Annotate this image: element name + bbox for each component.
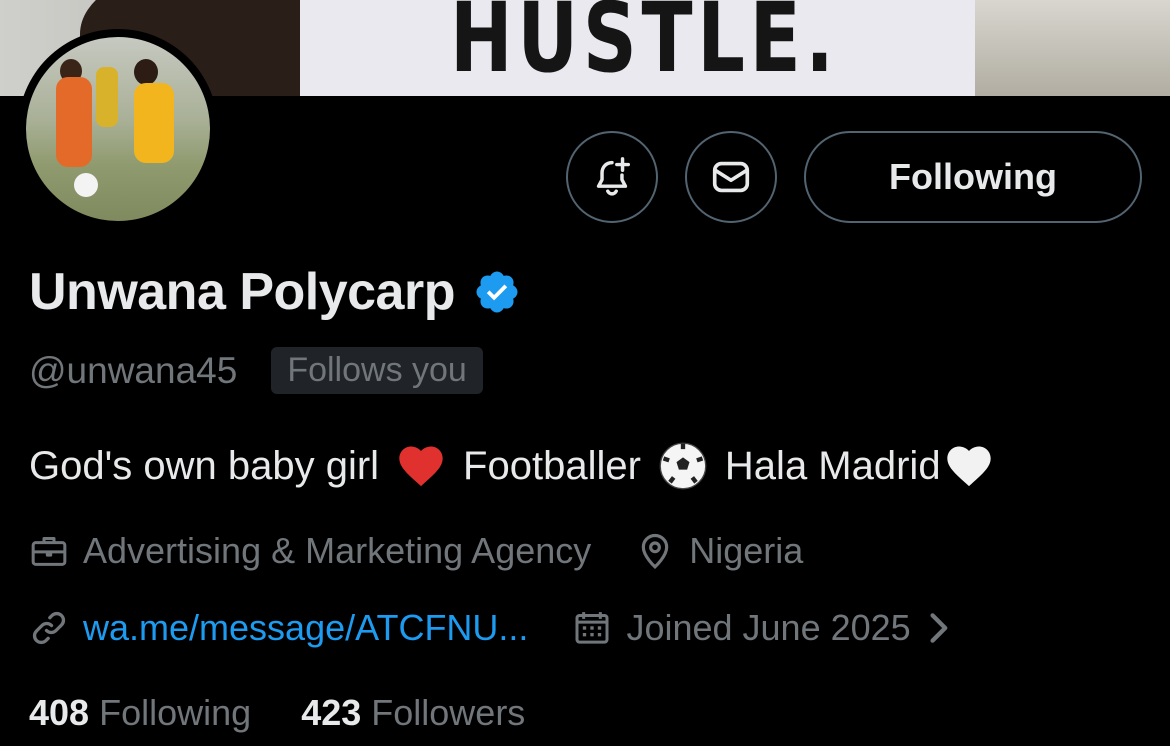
link-icon	[32, 611, 66, 645]
follows-you-badge: Follows you	[271, 347, 483, 394]
avatar-photo	[26, 37, 210, 221]
message-button[interactable]	[685, 131, 777, 223]
briefcase-icon	[31, 537, 67, 566]
followers-count: 423	[301, 692, 362, 733]
following-stat[interactable]: 408 Following	[29, 692, 261, 733]
location-pin-icon	[642, 534, 669, 569]
following-count: 408	[29, 692, 90, 733]
bio-text-3: Hala Madrid	[724, 443, 941, 488]
handle-row: @unwana45 Follows you	[29, 347, 483, 394]
envelope-icon	[712, 161, 750, 193]
white-heart-icon	[946, 446, 991, 487]
profile-meta-row: Advertising & Marketing Agency Nigeria	[29, 530, 803, 572]
profile-bio: God's own baby girl Footballer Hala Madr…	[29, 440, 995, 492]
profile-handle: @unwana45	[29, 349, 238, 391]
photo-player-orange	[56, 77, 92, 167]
profile-meta-row: wa.me/message/ATCFNU... Joined June 2025	[29, 607, 951, 649]
following-label: Following	[99, 692, 252, 733]
photo-player-back	[96, 67, 118, 127]
followers-label: Followers	[371, 692, 526, 733]
verified-badge-icon[interactable]	[473, 268, 521, 316]
calendar-icon	[575, 612, 609, 644]
bio-text-2: Footballer	[463, 443, 641, 488]
photo-football	[74, 173, 98, 197]
profile-category: Advertising & Marketing Agency	[83, 530, 592, 571]
following-button[interactable]: Following	[804, 131, 1142, 223]
profile-location: Nigeria	[689, 530, 804, 571]
soccer-ball-icon	[659, 442, 707, 490]
profile-joined-date: Joined June 2025	[626, 607, 911, 648]
avatar[interactable]	[18, 29, 218, 229]
profile-website-link[interactable]: wa.me/message/ATCFNU...	[83, 607, 528, 649]
followers-stat[interactable]: 423 Followers	[301, 692, 525, 733]
chevron-right-icon[interactable]	[925, 610, 951, 646]
photo-player-yellow	[134, 83, 174, 163]
red-heart-icon	[399, 446, 443, 487]
bell-plus-icon	[596, 157, 631, 196]
profile-stats: 408 Following 423 Followers	[29, 692, 525, 734]
notifications-button[interactable]	[566, 131, 658, 223]
profile-name-row: Unwana Polycarp	[29, 262, 521, 322]
banner-background	[975, 0, 1170, 96]
banner-shirt-text: HUSTLE.	[450, 0, 839, 94]
photo-player-head	[134, 59, 158, 85]
bio-text-1: God's own baby girl	[29, 443, 380, 488]
profile-name: Unwana Polycarp	[29, 263, 455, 321]
